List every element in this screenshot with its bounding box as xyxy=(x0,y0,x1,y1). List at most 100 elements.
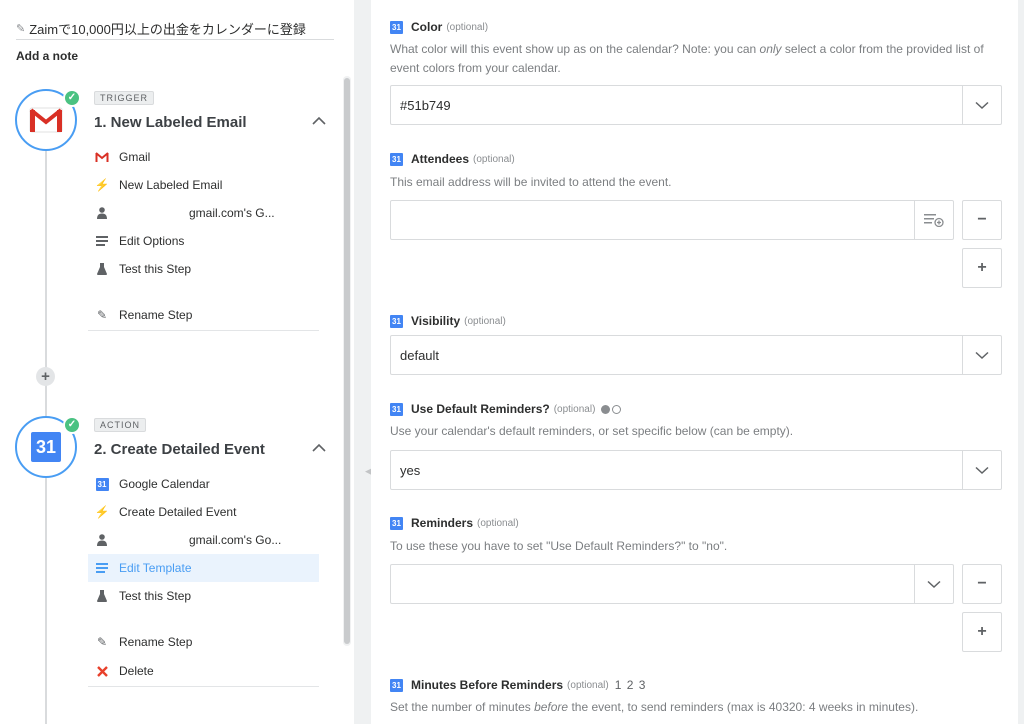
step-2-test-item[interactable]: Test this Step xyxy=(88,582,319,610)
zap-title-text: Zaimで10,000円以上の出金をカレンダーに登録 xyxy=(29,22,306,37)
delete-x-icon xyxy=(94,665,110,677)
reminders-select[interactable] xyxy=(390,564,954,604)
step-1-title[interactable]: 1. New Labeled Email xyxy=(94,114,247,131)
add-step-plus-icon[interactable]: + xyxy=(36,367,55,386)
step-2-delete-item[interactable]: Delete xyxy=(88,657,319,685)
panel-divider[interactable] xyxy=(354,0,371,724)
color-select-value: #51b749 xyxy=(400,97,451,113)
use-default-reminders-value: yes xyxy=(400,462,421,478)
gmail-small-icon xyxy=(94,152,110,162)
step-2-event-label: Create Detailed Event xyxy=(119,505,237,519)
use-default-reminders-help-text: Use your calendar's default reminders, o… xyxy=(390,424,794,438)
sidebar-scrollbar-thumb[interactable] xyxy=(344,78,350,644)
attendees-add-button[interactable]: + xyxy=(962,248,1002,288)
step-2-collapse-chevron-up-icon[interactable] xyxy=(311,442,327,454)
step-2-complete-check-icon: ✓ xyxy=(63,416,81,434)
minutes-before-field-label: 31 Minutes Before Reminders (optional) 1… xyxy=(390,678,646,692)
attendees-remove-button[interactable]: − xyxy=(962,200,1002,240)
step-2-tag: ACTION xyxy=(94,418,147,432)
user-icon xyxy=(94,534,110,546)
color-select[interactable]: #51b749 xyxy=(390,85,1002,125)
add-note-link[interactable]: Add a note xyxy=(16,49,78,63)
google-calendar-small-icon: 31 xyxy=(390,516,403,530)
google-calendar-small-icon: 31 xyxy=(390,152,403,166)
step-2-edit-label: Edit Template xyxy=(119,561,192,575)
step-2-test-label: Test this Step xyxy=(119,589,192,603)
pencil-icon: ✎ xyxy=(96,308,108,322)
reminders-field-label: 31 Reminders (optional) xyxy=(390,516,519,530)
google-calendar-small-icon: 31 xyxy=(390,678,403,692)
chevron-down-icon xyxy=(927,580,941,588)
list-lines-icon xyxy=(94,236,110,246)
list-count-links[interactable]: 1 2 3 xyxy=(615,678,647,692)
minutes-before-help-text: Set the number of minutes before the eve… xyxy=(390,700,919,714)
step-2-rename-item[interactable]: ✎ Rename Step xyxy=(88,628,319,656)
step-2-app-item[interactable]: 31 Google Calendar xyxy=(88,470,319,498)
visibility-field-label: 31 Visibility (optional) xyxy=(390,314,506,328)
visibility-select[interactable]: default xyxy=(390,335,1002,375)
google-calendar-small-icon: 31 xyxy=(390,314,403,328)
step-1-edit-label: Edit Options xyxy=(119,234,185,248)
reminders-add-button[interactable]: + xyxy=(962,612,1002,652)
step-2-rename-label: Rename Step xyxy=(119,635,193,649)
pencil-icon: ✎ xyxy=(96,635,108,649)
step-1-app-item[interactable]: Gmail xyxy=(88,143,319,171)
gmail-icon xyxy=(29,107,63,133)
step-1-divider xyxy=(88,330,319,331)
plus-icon: + xyxy=(977,259,987,276)
step-1-event-item[interactable]: ⚡ New Labeled Email xyxy=(88,171,319,199)
step-1-rename-item[interactable]: ✎ Rename Step xyxy=(88,301,319,329)
step-2-delete-label: Delete xyxy=(119,664,154,678)
chevron-down-icon xyxy=(975,351,989,359)
reminders-remove-button[interactable]: − xyxy=(962,564,1002,604)
step-1-account-label: gmail.com's G... xyxy=(189,206,275,220)
google-calendar-small-icon: 31 xyxy=(390,402,403,416)
step-2-account-item[interactable]: gmail.com's Go... xyxy=(88,526,319,554)
user-icon xyxy=(94,207,110,219)
plus-icon: + xyxy=(977,623,987,640)
color-help-text: What color will this event show up as on… xyxy=(390,42,984,75)
visibility-select-value: default xyxy=(400,347,440,363)
google-calendar-icon: 31 xyxy=(31,432,61,462)
reminders-help-text: To use these you have to set "Use Defaul… xyxy=(390,539,728,553)
template-form: 31 Color (optional) What color will this… xyxy=(371,0,1018,724)
chevron-down-icon xyxy=(975,466,989,474)
zap-editor-sidebar: ✎ Zaimで10,000円以上の出金をカレンダーに登録 Add a note … xyxy=(0,0,354,724)
right-edge-gutter xyxy=(1018,0,1024,724)
step-2-app-label: Google Calendar xyxy=(119,477,210,491)
step-1-complete-check-icon: ✓ xyxy=(63,89,81,107)
step-1-collapse-chevron-up-icon[interactable] xyxy=(311,115,327,127)
step-1-account-item[interactable]: gmail.com's G... xyxy=(88,199,319,227)
step-2-event-item[interactable]: ⚡ Create Detailed Event xyxy=(88,498,319,526)
step-1-app-label: Gmail xyxy=(119,150,151,164)
list-lines-icon xyxy=(94,563,110,573)
minus-icon: − xyxy=(977,211,987,228)
pencil-icon: ✎ xyxy=(16,23,26,35)
attendees-help-text: This email address will be invited to at… xyxy=(390,175,672,189)
step-1-event-label: New Labeled Email xyxy=(119,178,223,192)
attendees-input[interactable] xyxy=(390,200,954,240)
color-field-label: 31 Color (optional) xyxy=(390,20,488,34)
flask-icon xyxy=(94,263,110,275)
step-1-rename-label: Rename Step xyxy=(119,308,193,322)
step-1-test-item[interactable]: Test this Step xyxy=(88,255,319,283)
use-default-reminders-select[interactable]: yes xyxy=(390,450,1002,490)
zap-title-field[interactable]: ✎ Zaimで10,000円以上の出金をカレンダーに登録 xyxy=(16,18,334,40)
minus-icon: − xyxy=(977,575,987,592)
bolt-icon: ⚡ xyxy=(94,178,110,192)
google-calendar-small-icon: 31 xyxy=(95,477,109,491)
google-calendar-small-icon: 31 xyxy=(390,20,403,34)
insert-field-icon xyxy=(924,214,944,227)
step-2-account-label: gmail.com's Go... xyxy=(189,533,282,547)
step-2-title[interactable]: 2. Create Detailed Event xyxy=(94,441,265,458)
boolean-toggle-icon[interactable] xyxy=(601,404,622,414)
flask-icon xyxy=(94,590,110,602)
step-2-divider xyxy=(88,686,319,687)
step-2-edit-template-item[interactable]: Edit Template xyxy=(88,554,319,582)
bolt-icon: ⚡ xyxy=(94,505,110,519)
step-1-tag: TRIGGER xyxy=(94,91,155,105)
step-1-edit-options-item[interactable]: Edit Options xyxy=(88,227,319,255)
chevron-down-icon xyxy=(975,101,989,109)
step-1-test-label: Test this Step xyxy=(119,262,192,276)
attendees-field-label: 31 Attendees (optional) xyxy=(390,152,515,166)
